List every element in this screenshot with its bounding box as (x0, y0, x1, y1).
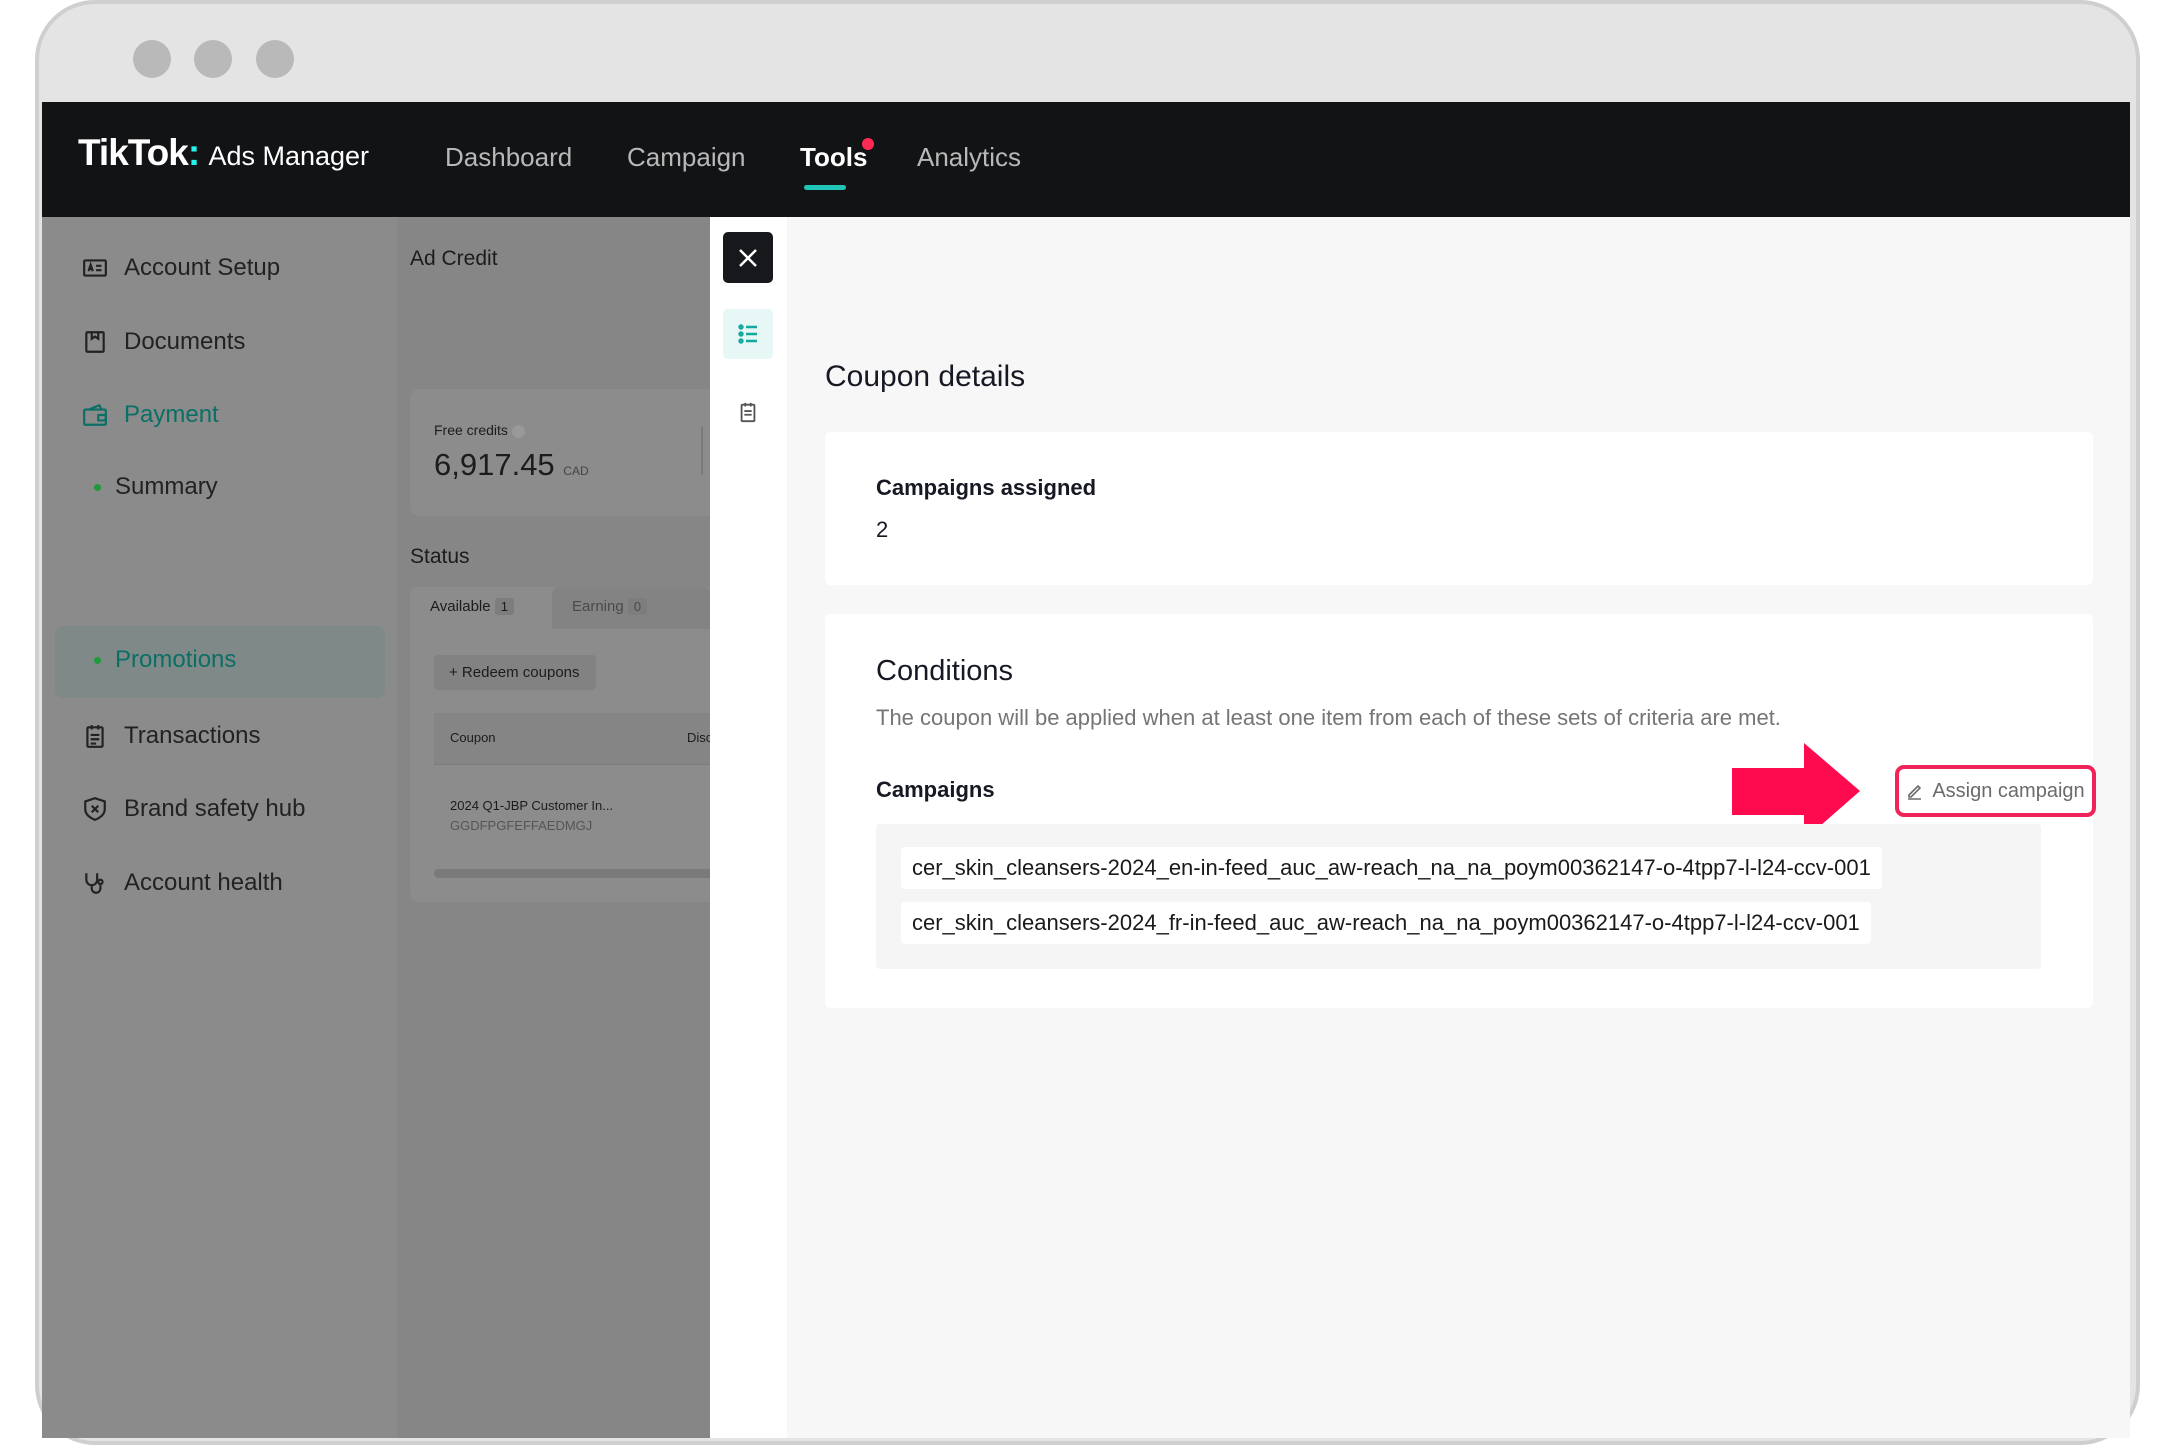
close-button[interactable] (723, 232, 773, 283)
shield-icon (84, 797, 106, 822)
sidebar-item-transactions[interactable]: Transactions (82, 716, 261, 756)
coupon-details-drawer: Coupon details Campaigns assigned 2 Cond… (787, 217, 2130, 1438)
nav-analytics[interactable]: Analytics (917, 142, 1021, 173)
sidebar-item-label: Payment (124, 401, 219, 428)
window-close-dot[interactable] (133, 40, 171, 78)
campaigns-label: Campaigns (876, 777, 995, 802)
drawer-title: Coupon details (825, 360, 1026, 393)
coupon-name[interactable]: 2024 Q1-JBP Customer In... (450, 798, 613, 813)
sidebar-item-brand-safety-hub[interactable]: Brand safety hub (82, 789, 305, 829)
nav-dashboard[interactable]: Dashboard (445, 142, 572, 173)
column-discount: Disc (687, 730, 710, 745)
divider (701, 427, 703, 475)
bullet-icon (94, 656, 101, 664)
sidebar-item-label: Brand safety hub (124, 795, 306, 822)
top-nav-bar: TikTok: Ads Manager Dashboard Campaign T… (42, 102, 2130, 217)
help-icon[interactable] (511, 424, 525, 438)
campaign-tag: cer_skin_cleansers-2024_en-in-feed_auc_a… (901, 847, 1882, 889)
app-screen: TikTok: Ads Manager Dashboard Campaign T… (42, 102, 2130, 1438)
tab-available[interactable]: Available 1 (410, 587, 550, 629)
sidebar-item-label: Account health (124, 869, 283, 896)
stethoscope-icon (85, 873, 104, 894)
status-title: Status (410, 545, 470, 568)
clipboard-icon (86, 725, 104, 748)
pencil-icon (1908, 784, 1922, 800)
conditions-description: The coupon will be applied when at least… (876, 705, 1781, 730)
sidebar: Account Setup Documents Payment Summary … (42, 217, 397, 1438)
clipboard-icon (740, 402, 756, 423)
window-minimize-dot[interactable] (194, 40, 232, 78)
assign-campaign-button[interactable]: Assign campaign (1895, 765, 2096, 817)
sidebar-item-label: Summary (115, 473, 218, 500)
column-coupon: Coupon (450, 730, 496, 745)
conditions-title: Conditions (876, 655, 1014, 687)
details-tab-button[interactable] (723, 309, 773, 359)
tiktok-ads-manager-logo[interactable]: TikTok: Ads Manager (78, 132, 369, 174)
horizontal-scrollbar[interactable] (434, 869, 710, 878)
sidebar-item-documents[interactable]: Documents (82, 322, 245, 362)
campaigns-assigned-card (825, 432, 2093, 585)
free-credits-value: 6,917.45 CAD (434, 447, 589, 482)
sidebar-item-label: Account Setup (124, 254, 281, 281)
history-tab-button[interactable] (723, 387, 773, 437)
drawer-icon-strip (710, 217, 787, 1438)
redeem-coupons-button[interactable]: + Redeem coupons (434, 655, 596, 690)
sidebar-item-account-health[interactable]: Account health (82, 863, 283, 903)
notification-dot (862, 138, 874, 150)
sidebar-item-summary[interactable]: Summary (94, 473, 218, 501)
coupon-code: GGDFPGFEFFAEDMGJ (450, 818, 593, 833)
campaigns-assigned-value: 2 (876, 517, 889, 542)
id-card-icon (83, 259, 107, 277)
nav-campaign[interactable]: Campaign (627, 142, 746, 173)
bullet-icon (94, 483, 101, 491)
list-icon (738, 324, 757, 344)
campaign-list (876, 824, 2041, 969)
sidebar-item-label: Promotions (115, 646, 237, 673)
ad-credit-title: Ad Credit (410, 247, 498, 270)
active-tab-indicator (804, 185, 846, 190)
nav-tools[interactable]: Tools (800, 142, 867, 173)
campaign-tag: cer_skin_cleansers-2024_fr-in-feed_auc_a… (901, 902, 1871, 944)
tab-earning[interactable]: Earning 0 (552, 587, 710, 629)
close-icon (739, 248, 757, 267)
sidebar-item-label: Documents (124, 328, 246, 355)
sidebar-item-promotions[interactable]: Promotions (94, 646, 236, 674)
document-icon (85, 331, 105, 353)
free-credits-label: Free credits (434, 422, 525, 438)
ad-credit-panel: Ad Credit Free credits 6,917.45 CAD Stat… (397, 217, 710, 1438)
sidebar-item-payment[interactable]: Payment (82, 395, 219, 435)
window-maximize-dot[interactable] (256, 40, 294, 78)
campaigns-assigned-label: Campaigns assigned (876, 475, 1097, 500)
wallet-icon (83, 403, 107, 426)
sidebar-item-account-setup[interactable]: Account Setup (82, 248, 280, 288)
sidebar-item-label: Transactions (124, 722, 261, 749)
